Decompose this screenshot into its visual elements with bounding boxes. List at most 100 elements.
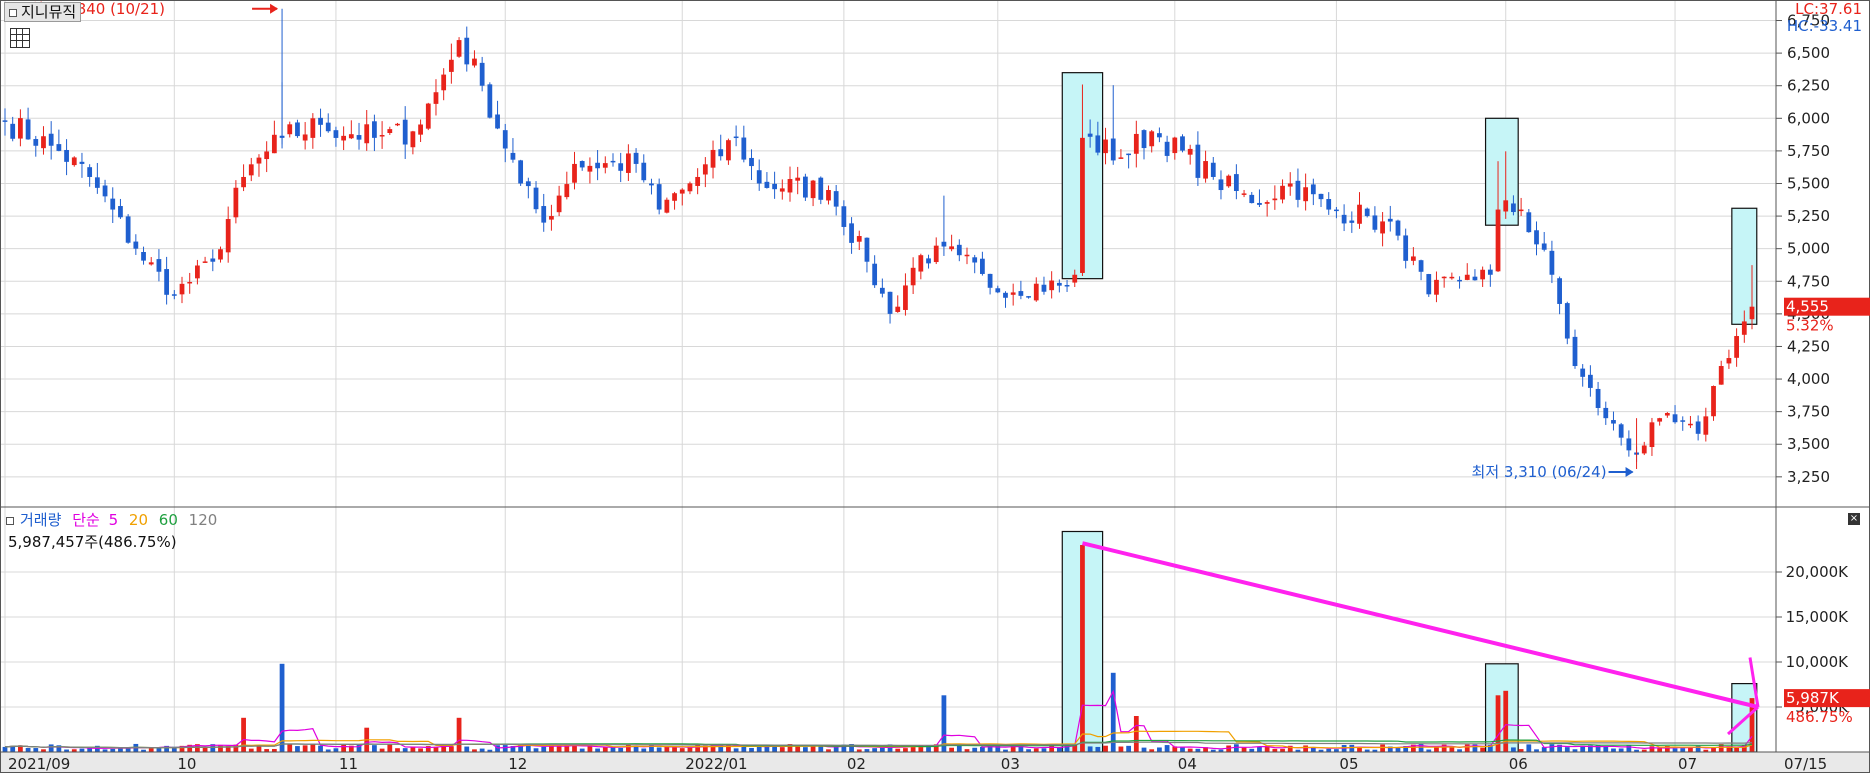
candle xyxy=(456,37,462,58)
stock-name-tag[interactable]: 지니뮤직 xyxy=(4,2,82,22)
candle-body xyxy=(302,134,308,141)
candle-body xyxy=(456,40,462,57)
candle-body xyxy=(633,152,639,164)
candle-body xyxy=(787,179,793,193)
candle-body xyxy=(749,157,754,167)
candle-body xyxy=(287,124,293,135)
candle-body xyxy=(1618,424,1624,438)
candle-body xyxy=(1495,209,1501,272)
candle-body xyxy=(25,119,31,140)
x-tick-label: 02 xyxy=(847,755,866,773)
candle xyxy=(141,246,146,265)
candle-body xyxy=(1664,413,1670,416)
candle-body xyxy=(1180,136,1185,151)
candle-body xyxy=(1110,138,1116,161)
candle xyxy=(795,166,801,195)
candle-body xyxy=(903,285,908,310)
candle xyxy=(1603,401,1609,425)
candle-body xyxy=(1264,202,1270,204)
candle xyxy=(210,249,216,272)
candle-body xyxy=(1257,202,1262,205)
candle xyxy=(1041,276,1047,295)
volume-bar xyxy=(1649,746,1655,752)
volume-change-pct: 486.75% xyxy=(1786,708,1853,726)
volume-bar xyxy=(972,747,978,752)
candle xyxy=(1264,200,1270,217)
candle xyxy=(41,126,46,155)
ma-label: 단순 xyxy=(72,511,100,529)
price-tick-label: 3,750 xyxy=(1787,403,1830,421)
data-table-icon[interactable] xyxy=(10,28,30,48)
candle-body xyxy=(1049,280,1055,291)
candle xyxy=(649,178,654,195)
ma5-label: 5 xyxy=(108,511,119,529)
candle-body xyxy=(1403,235,1409,261)
candle-body xyxy=(94,177,100,188)
candle xyxy=(1026,296,1031,299)
candle xyxy=(1426,273,1432,297)
candle xyxy=(287,121,293,138)
candle-body xyxy=(1133,133,1139,154)
volume-bar xyxy=(641,748,647,752)
volume-bar xyxy=(302,745,308,752)
candle-body xyxy=(179,283,185,295)
high-price-arrowhead xyxy=(270,3,279,14)
volume-bar xyxy=(1233,744,1239,752)
candle-body xyxy=(1018,291,1024,296)
candle-body xyxy=(1318,193,1324,200)
candle-body xyxy=(395,123,400,126)
price-change-pct: 5.32% xyxy=(1786,317,1834,335)
candle xyxy=(1711,385,1716,421)
candle xyxy=(1718,360,1724,385)
panel-toggle-icon[interactable] xyxy=(9,8,17,17)
candle-body xyxy=(64,149,69,162)
candle-body xyxy=(980,258,985,274)
candle-body xyxy=(564,184,570,198)
volume-bar xyxy=(656,747,662,752)
candle-body xyxy=(610,160,616,163)
candle xyxy=(1618,422,1624,446)
candle xyxy=(833,184,839,216)
candle-body xyxy=(1203,161,1208,179)
candle xyxy=(1587,365,1593,397)
volume-bar xyxy=(25,748,31,752)
candle-body xyxy=(1226,175,1232,187)
candle-body xyxy=(1287,183,1293,187)
candle-body xyxy=(941,241,947,247)
candle xyxy=(379,121,385,149)
candle xyxy=(94,162,100,194)
candle-body xyxy=(933,245,939,263)
candle xyxy=(964,247,970,265)
candle xyxy=(295,119,300,138)
candle xyxy=(1310,178,1316,206)
volume-bar xyxy=(87,748,93,752)
volume-panel-toggle-icon[interactable] xyxy=(6,516,14,525)
candle xyxy=(318,108,323,137)
candle xyxy=(903,273,908,316)
candle-body xyxy=(1218,179,1224,191)
volume-bar xyxy=(1126,745,1132,752)
candle xyxy=(1010,283,1016,306)
candle xyxy=(1441,276,1447,288)
candle-body xyxy=(402,119,408,145)
candle xyxy=(1626,430,1632,457)
candle xyxy=(1272,185,1278,210)
candle-body xyxy=(1056,282,1062,286)
candle-body xyxy=(10,123,16,139)
candle-body xyxy=(1472,276,1478,281)
candle xyxy=(1241,189,1247,198)
candle-body xyxy=(1241,193,1247,195)
candle xyxy=(810,179,816,207)
candle-body xyxy=(1434,279,1439,295)
candle-body xyxy=(1641,445,1647,454)
volume-bar xyxy=(1380,744,1385,752)
volume-bar xyxy=(1164,745,1170,752)
candle xyxy=(564,171,570,200)
candle xyxy=(148,257,154,266)
volume-bar xyxy=(125,748,131,752)
candle-body xyxy=(1387,218,1393,222)
candle xyxy=(533,181,539,214)
candle xyxy=(525,177,531,199)
candle-body xyxy=(418,124,423,135)
close-panel-icon[interactable]: × xyxy=(1848,513,1860,525)
